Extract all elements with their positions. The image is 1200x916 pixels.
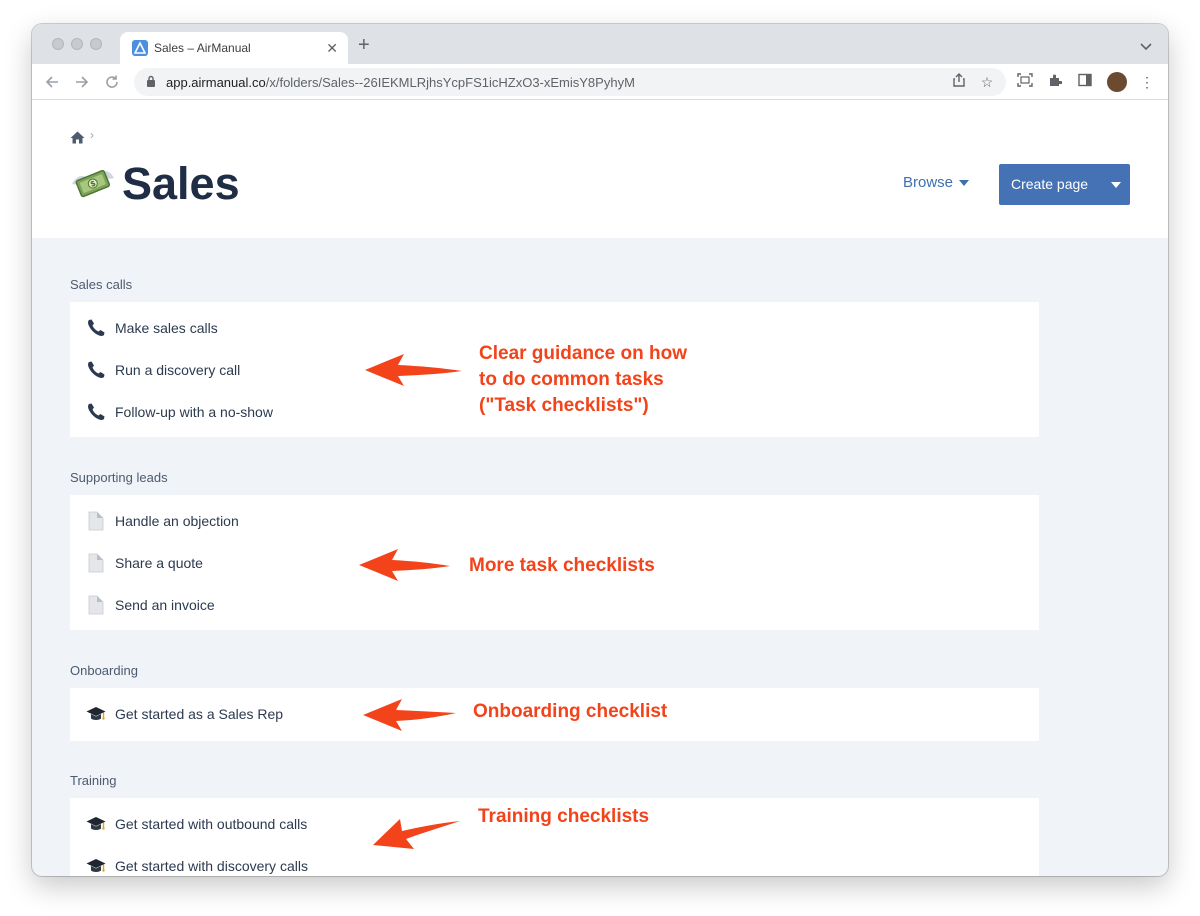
- document-icon: [86, 553, 106, 573]
- browse-label: Browse: [903, 174, 954, 191]
- list-item-label: Run a discovery call: [115, 362, 241, 378]
- phone-icon: [86, 360, 106, 380]
- graduation-cap-icon: [86, 856, 106, 876]
- section-label-sales-calls: Sales calls: [70, 277, 133, 292]
- url-text: app.airmanual.co/x/folders/Sales--26IEKM…: [166, 75, 635, 90]
- profile-avatar[interactable]: [1107, 72, 1127, 92]
- tab-search-chevron-icon[interactable]: [1140, 38, 1152, 56]
- url-path: /x/folders/Sales--26IEKMLRjhsYcpFS1icHZx…: [265, 75, 635, 90]
- create-page-button[interactable]: Create page: [999, 164, 1130, 205]
- bookmark-star-icon[interactable]: ☆: [978, 73, 996, 91]
- reload-icon[interactable]: [102, 72, 122, 92]
- graduation-cap-icon: [86, 704, 106, 724]
- annotation-training-checklists: Training checklists: [478, 806, 650, 827]
- money-with-wings-icon: $: [70, 160, 116, 202]
- new-tab-button[interactable]: +: [358, 35, 370, 55]
- page-header: › $ Sales Browse Create page: [32, 100, 1168, 238]
- lock-icon[interactable]: [146, 75, 156, 93]
- list-item-label: Get started with discovery calls: [115, 858, 308, 874]
- annotation-arrow-icon: [373, 819, 460, 849]
- annotation-onboarding-checklist: Onboarding checklist: [473, 701, 668, 722]
- close-window-button[interactable]: [52, 38, 64, 50]
- list-item-label: Get started as a Sales Rep: [115, 706, 284, 722]
- share-icon[interactable]: [950, 73, 968, 91]
- breadcrumb-separator: ›: [90, 128, 94, 142]
- extensions-puzzle-icon[interactable]: [1046, 73, 1064, 91]
- annotation-line: Clear guidance on how: [479, 343, 687, 364]
- list-item-label: Get started with outbound calls: [115, 816, 308, 832]
- home-icon[interactable]: [70, 131, 85, 149]
- side-panel-icon[interactable]: [1076, 73, 1094, 91]
- tab-title: Sales – AirManual: [154, 41, 251, 55]
- create-page-label: Create page: [1011, 176, 1089, 192]
- list-item-label: Follow-up with a no-show: [115, 404, 273, 420]
- browser-toolbar: app.airmanual.co/x/folders/Sales--26IEKM…: [32, 64, 1168, 100]
- browser-window: Sales – AirManual ✕ + app.airmanual.co/x…: [32, 24, 1168, 876]
- browser-tab[interactable]: Sales – AirManual ✕: [120, 32, 348, 64]
- list-item-label: Send an invoice: [115, 597, 215, 613]
- annotation-line: ("Task checklists"): [479, 395, 649, 416]
- phone-icon: [86, 318, 106, 338]
- list-item-label: Share a quote: [115, 555, 203, 571]
- browser-menu-icon[interactable]: ⋮: [1138, 73, 1156, 91]
- tab-strip: Sales – AirManual ✕ +: [32, 24, 1168, 64]
- create-page-options-caret-icon[interactable]: [1103, 176, 1130, 194]
- forward-arrow-icon[interactable]: [72, 72, 92, 92]
- page-title: Sales: [122, 158, 240, 209]
- document-icon: [86, 595, 106, 615]
- annotation-more-task-checklists: More task checklists: [469, 555, 655, 576]
- annotation-task-checklists: Clear guidance on how to do common tasks…: [479, 341, 687, 419]
- browse-dropdown[interactable]: Browse: [903, 174, 970, 191]
- phone-icon: [86, 402, 106, 422]
- section-label-training: Training: [70, 773, 117, 788]
- annotation-arrow-icon: [363, 699, 456, 731]
- zoom-window-button[interactable]: [90, 38, 102, 50]
- caret-down-icon: [959, 180, 970, 187]
- address-bar[interactable]: app.airmanual.co/x/folders/Sales--26IEKM…: [134, 68, 1006, 96]
- annotation-line: to do common tasks: [479, 369, 664, 390]
- document-icon: [86, 511, 106, 531]
- section-label-supporting-leads: Supporting leads: [70, 470, 168, 485]
- minimize-window-button[interactable]: [71, 38, 83, 50]
- back-arrow-icon[interactable]: [42, 72, 62, 92]
- annotation-arrow-icon: [365, 354, 462, 386]
- close-tab-icon[interactable]: ✕: [326, 39, 338, 57]
- url-host: app.airmanual.co: [166, 75, 266, 90]
- airmanual-favicon-icon: [132, 40, 148, 56]
- screen-capture-icon[interactable]: [1016, 73, 1034, 91]
- list-item-label: Make sales calls: [115, 320, 218, 336]
- annotation-arrow-icon: [359, 549, 450, 581]
- list-item-label: Handle an objection: [115, 513, 239, 529]
- section-label-onboarding: Onboarding: [70, 663, 138, 678]
- graduation-cap-icon: [86, 814, 106, 834]
